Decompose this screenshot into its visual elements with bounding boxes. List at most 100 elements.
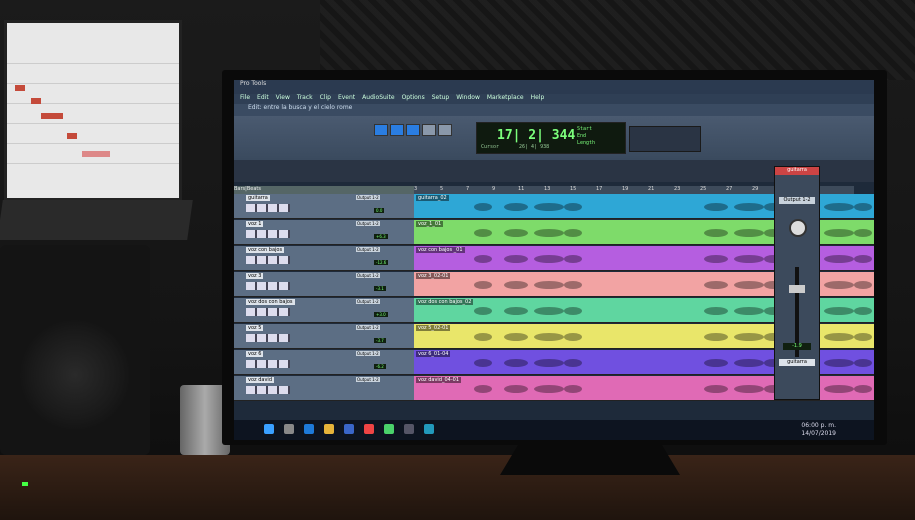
waveform bbox=[534, 307, 564, 315]
windows-start-icon[interactable] bbox=[264, 424, 274, 434]
menu-help[interactable]: Help bbox=[531, 94, 545, 101]
track-row[interactable]: voz 5 Output 1-2 -3.7 bbox=[234, 324, 414, 349]
waveform bbox=[704, 255, 728, 263]
bar-marker: 11 bbox=[518, 186, 525, 192]
pitch-note bbox=[31, 98, 41, 104]
store-icon[interactable] bbox=[344, 424, 354, 434]
bar-marker: 7 bbox=[466, 186, 470, 192]
track-row[interactable]: voz 3 Output 1-2 -3.1 bbox=[234, 272, 414, 297]
zoom-tool-button[interactable] bbox=[374, 124, 388, 136]
system-clock[interactable]: 06:00 p. m. 14/07/2019 bbox=[801, 422, 836, 438]
waveform bbox=[564, 203, 582, 211]
pan-knob[interactable] bbox=[789, 219, 807, 237]
menu-marketplace[interactable]: Marketplace bbox=[487, 94, 524, 101]
track-row[interactable]: guitarra Output 1-2 0.0 bbox=[234, 194, 414, 219]
file-explorer-icon[interactable] bbox=[324, 424, 334, 434]
track-name[interactable]: guitarra bbox=[246, 195, 270, 201]
waveform bbox=[824, 255, 854, 263]
track-volume: -3.7 bbox=[374, 338, 386, 343]
waveform bbox=[504, 385, 528, 393]
track-row[interactable]: voz david Output 1-2 bbox=[234, 376, 414, 401]
waveform bbox=[474, 385, 492, 393]
menu-file[interactable]: File bbox=[240, 94, 250, 101]
selection-end-label: End bbox=[577, 133, 587, 139]
menu-options[interactable]: Options bbox=[402, 94, 425, 101]
clip-name: voz 5_02-01 bbox=[416, 325, 451, 331]
track-mute-solo-buttons[interactable] bbox=[246, 334, 290, 342]
waveform bbox=[824, 385, 854, 393]
task-view-icon[interactable] bbox=[284, 424, 294, 434]
track-name[interactable]: voz 3 bbox=[246, 273, 264, 279]
edge-icon[interactable] bbox=[304, 424, 314, 434]
track-name[interactable]: voz david bbox=[246, 377, 274, 383]
waveform bbox=[854, 385, 872, 393]
trim-tool-button[interactable] bbox=[390, 124, 404, 136]
track-mute-solo-buttons[interactable] bbox=[246, 282, 290, 290]
selector-tool-button[interactable] bbox=[406, 124, 420, 136]
bar-marker: 25 bbox=[700, 186, 707, 192]
waveform bbox=[534, 255, 564, 263]
menu-audiosuite[interactable]: AudioSuite bbox=[362, 94, 394, 101]
laptop-keyboard bbox=[0, 200, 193, 240]
channel-output[interactable]: Output 1-2 bbox=[779, 197, 815, 204]
track-name[interactable]: voz con bajos bbox=[246, 247, 285, 253]
track-row[interactable]: voz dos con bajos Output 1-2 +3.0 bbox=[234, 298, 414, 323]
track-output[interactable]: Output 1-2 bbox=[356, 299, 380, 304]
selection-start-label: Start bbox=[577, 126, 593, 132]
menu-event[interactable]: Event bbox=[338, 94, 355, 101]
waveform bbox=[704, 359, 728, 367]
menu-view[interactable]: View bbox=[276, 94, 290, 101]
edit-window-title: Edit: entre la busca y el cielo rome bbox=[248, 104, 353, 111]
tracks-header: Bars|Beats bbox=[234, 186, 414, 194]
waveform bbox=[704, 229, 728, 237]
protools-screen: Pro Tools File Edit View Track Clip Event Audi… bbox=[234, 80, 874, 420]
selection-length-label: Length bbox=[577, 140, 596, 146]
app-icon[interactable] bbox=[424, 424, 434, 434]
waveform bbox=[534, 385, 564, 393]
menu-track[interactable]: Track bbox=[297, 94, 313, 101]
waveform bbox=[734, 359, 764, 367]
track-output[interactable]: Output 1-2 bbox=[356, 377, 380, 382]
track-output[interactable]: Output 1-2 bbox=[356, 221, 380, 226]
clock-time: 06:00 p. m. bbox=[801, 422, 836, 429]
track-name[interactable]: voz 5 bbox=[246, 325, 264, 331]
track-output[interactable]: Output 1-2 bbox=[356, 325, 380, 330]
channel-volume: -1.9 bbox=[783, 343, 811, 350]
track-mute-solo-buttons[interactable] bbox=[246, 204, 290, 212]
chrome-icon[interactable] bbox=[384, 424, 394, 434]
grabber-tool-button[interactable] bbox=[422, 124, 436, 136]
menu-window[interactable]: Window bbox=[456, 94, 480, 101]
track-mute-solo-buttons[interactable] bbox=[246, 386, 290, 394]
volume-fader-handle[interactable] bbox=[789, 285, 805, 293]
track-row[interactable]: voz 6 Output 1-2 -6.2 bbox=[234, 350, 414, 375]
pitch-note bbox=[82, 151, 110, 157]
protools-icon[interactable] bbox=[404, 424, 414, 434]
waveform bbox=[564, 385, 582, 393]
menu-setup[interactable]: Setup bbox=[432, 94, 449, 101]
pencil-tool-button[interactable] bbox=[438, 124, 452, 136]
waveform bbox=[564, 255, 582, 263]
track-volume: 0.0 bbox=[374, 208, 385, 213]
app-icon[interactable] bbox=[364, 424, 374, 434]
grid-nudge-controls[interactable] bbox=[629, 126, 701, 152]
track-mute-solo-buttons[interactable] bbox=[246, 308, 290, 316]
waveform bbox=[534, 333, 564, 341]
track-name[interactable]: voz 1 bbox=[246, 221, 264, 227]
menu-edit[interactable]: Edit bbox=[257, 94, 269, 101]
menu-clip[interactable]: Clip bbox=[320, 94, 331, 101]
track-name[interactable]: voz 6 bbox=[246, 351, 264, 357]
track-mute-solo-buttons[interactable] bbox=[246, 256, 290, 264]
track-volume: -12.6 bbox=[374, 260, 389, 265]
track-mute-solo-buttons[interactable] bbox=[246, 230, 290, 238]
track-row[interactable]: voz con bajos Output 1-2 -12.6 bbox=[234, 246, 414, 271]
track-output[interactable]: Output 1-2 bbox=[356, 351, 380, 356]
track-output[interactable]: Output 1-2 bbox=[356, 247, 380, 252]
track-row[interactable]: voz 1 Output 1-2 +6.3 bbox=[234, 220, 414, 245]
track-mute-solo-buttons[interactable] bbox=[246, 360, 290, 368]
track-output[interactable]: Output 1-2 bbox=[356, 195, 380, 200]
track-output[interactable]: Output 1-2 bbox=[356, 273, 380, 278]
waveform bbox=[504, 359, 528, 367]
speaker-led bbox=[22, 482, 28, 486]
track-name[interactable]: voz dos con bajos bbox=[246, 299, 295, 305]
clip-name: voz 3_02-01 bbox=[416, 273, 451, 279]
